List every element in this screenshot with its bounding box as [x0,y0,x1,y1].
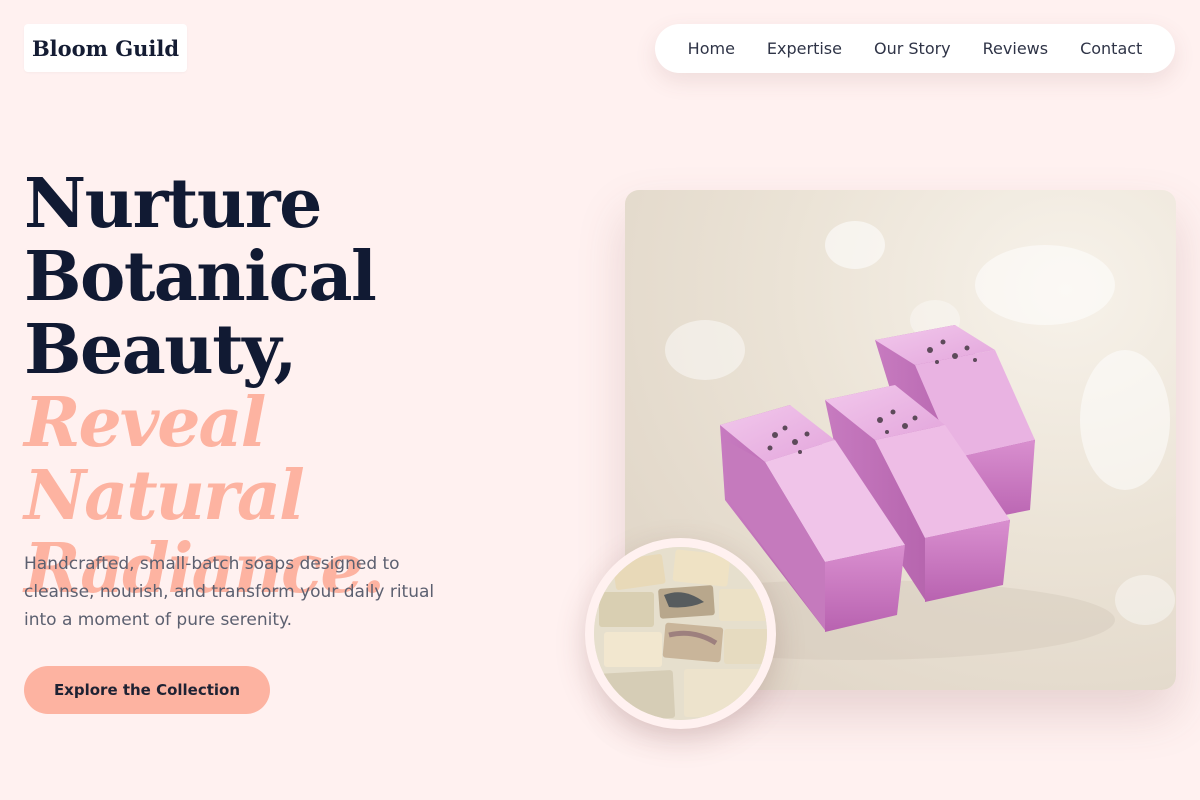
nav-item-our-story[interactable]: Our Story [874,39,951,58]
assorted-soaps-image [585,538,776,729]
nav-item-contact[interactable]: Contact [1080,39,1142,58]
headline-accent-line: Reveal Natural [24,383,305,536]
assorted-soaps-illustration [594,547,767,720]
headline-line: Nurture [24,164,322,244]
nav-item-reviews[interactable]: Reviews [983,39,1048,58]
nav-item-home[interactable]: Home [688,39,735,58]
hero-headline: Nurture Botanical Beauty, Reveal Natural… [24,168,544,606]
headline-line: Botanical [24,237,377,317]
explore-collection-button[interactable]: Explore the Collection [24,666,270,714]
main-nav: Home Expertise Our Story Reviews Contact [655,24,1175,73]
nav-item-expertise[interactable]: Expertise [767,39,842,58]
headline-line: Beauty, [24,310,297,390]
brand-logo[interactable]: Bloom Guild [24,24,187,72]
hero-description: Handcrafted, small-batch soaps designed … [24,554,435,630]
